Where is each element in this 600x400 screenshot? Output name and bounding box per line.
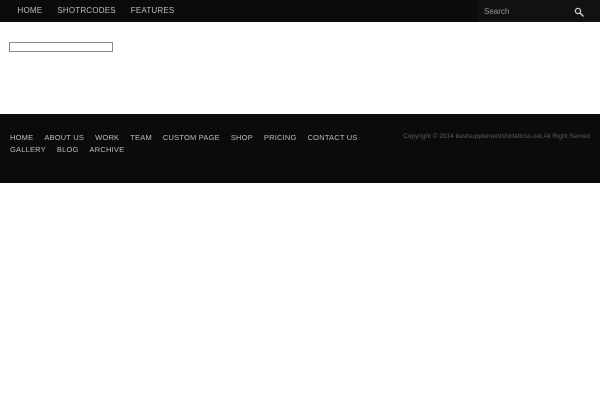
footer-nav-contact-us-link[interactable]: CONTACT US xyxy=(308,132,358,144)
footer-nav-custom-page-link[interactable]: CUSTOM PAGE xyxy=(163,132,220,144)
footer-nav-archive-link[interactable]: ARCHIVE xyxy=(90,144,125,156)
footer-nav-work-link[interactable]: WORK xyxy=(95,132,119,144)
footer-nav-gallery-link[interactable]: GALLERY xyxy=(10,144,46,156)
search-input[interactable] xyxy=(484,4,574,18)
top-nav-shortcodes-link[interactable]: SHOTRCODES xyxy=(57,0,115,22)
footer-nav-team-link[interactable]: TEAM xyxy=(130,132,152,144)
copyright-text: Copyright © 2014 bestsupplementsforfatlo… xyxy=(403,133,590,140)
footer-nav: HOME ABOUT US WORK TEAM CUSTOM PAGE SHOP… xyxy=(10,132,390,156)
footer-nav-pricing-link[interactable]: PRICING xyxy=(264,132,297,144)
search-icon[interactable] xyxy=(574,7,584,17)
top-nav-home-link[interactable]: HOME xyxy=(18,0,43,22)
footer-nav-about-us-link[interactable]: ABOUT US xyxy=(44,132,84,144)
top-nav: HOME SHOTRCODES FEATURES xyxy=(10,0,182,22)
top-navigation-bar: HOME SHOTRCODES FEATURES xyxy=(0,0,600,22)
top-nav-features-link[interactable]: FEATURES xyxy=(131,0,175,22)
empty-content-box xyxy=(9,42,113,52)
footer-nav-shop-link[interactable]: SHOP xyxy=(231,132,253,144)
footer: HOME ABOUT US WORK TEAM CUSTOM PAGE SHOP… xyxy=(0,114,600,183)
footer-nav-home-link[interactable]: HOME xyxy=(10,132,33,144)
footer-nav-blog-link[interactable]: BLOG xyxy=(57,144,79,156)
